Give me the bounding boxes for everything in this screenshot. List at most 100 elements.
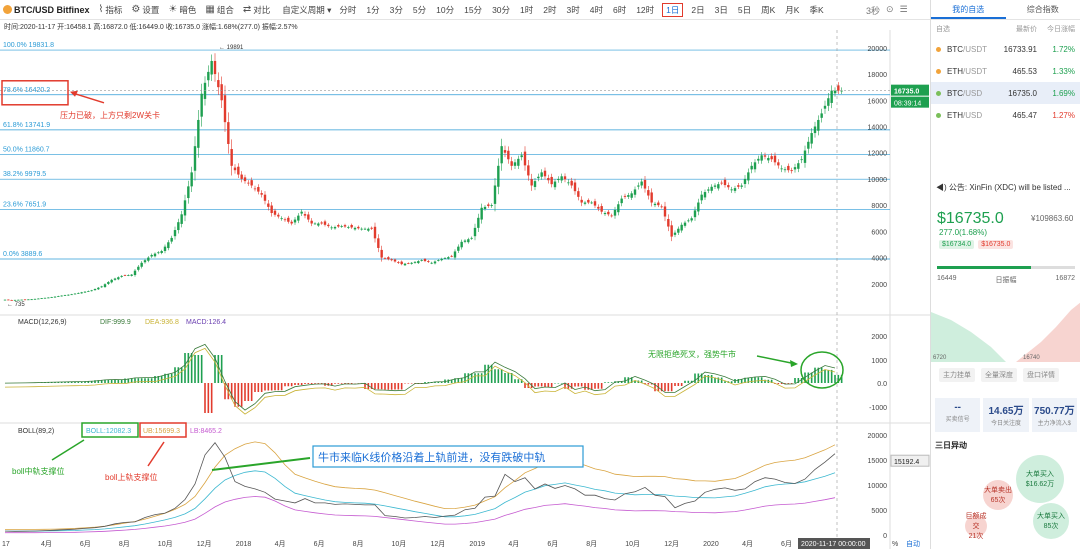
gear-icon: ⚙	[131, 4, 141, 15]
auto-toggle[interactable]: 自动	[906, 539, 920, 548]
macd-bar	[584, 383, 586, 390]
period-tab[interactable]: 12时	[634, 3, 656, 17]
candle-body	[797, 163, 800, 169]
period-tab[interactable]: 5日	[736, 3, 753, 17]
macd-bar	[207, 383, 210, 413]
x-tick-label: 4月	[742, 540, 753, 548]
candle-body	[247, 182, 250, 184]
period-tab[interactable]: 3日	[713, 3, 730, 17]
price-chart[interactable]: 100.0% 19831.8 78.6% 16420.2 61.8% 13741.9…	[0, 30, 930, 549]
macd-bar	[694, 373, 696, 383]
macd-tick: 1000	[871, 358, 887, 365]
y-tick-label: 2000	[871, 282, 887, 289]
period-tab[interactable]: 3时	[565, 3, 582, 17]
candle-body	[283, 219, 287, 221]
toolbar-compare-button[interactable]: ⇄ 对比	[243, 4, 270, 16]
watchlist-change: 1.72%	[1052, 44, 1075, 54]
macd-bar	[240, 383, 243, 407]
candle-body	[427, 261, 430, 262]
period-tab[interactable]: 分时	[337, 3, 358, 17]
macd-bar	[377, 383, 380, 390]
candle-body	[343, 225, 347, 227]
macd-bar	[274, 383, 276, 391]
candle-body	[673, 232, 677, 235]
candle-body	[330, 227, 333, 229]
anomaly-bubble[interactable]: 大单买入 $16.62万	[1016, 455, 1064, 503]
period-tab[interactable]: 1分	[364, 3, 381, 17]
percent-toggle[interactable]: %	[892, 541, 898, 548]
period-tab[interactable]: 周K	[759, 3, 777, 17]
camera-icon[interactable]: ⊙	[886, 4, 894, 17]
period-tab[interactable]: 15分	[462, 3, 484, 17]
x-tick-label: 6月	[781, 540, 792, 548]
sidebar-action-button[interactable]: 全量深度	[981, 368, 1017, 382]
candle-body	[270, 205, 273, 214]
bubble-title: 大单卖出	[984, 487, 1012, 494]
period-tab[interactable]: 2时	[541, 3, 558, 17]
menu-icon[interactable]: ☰	[900, 4, 908, 17]
refresh-interval[interactable]: 3秒	[866, 4, 880, 17]
period-tab[interactable]: 月K	[783, 3, 801, 17]
macd-bar	[684, 380, 686, 383]
anomaly-bubble[interactable]: 巨额成交 21次	[965, 513, 987, 540]
period-tab[interactable]: 4时	[588, 3, 605, 17]
toolbar-indicator-button[interactable]: ⌇ 指标	[99, 4, 123, 16]
candle-body	[763, 155, 767, 157]
countdown-text: 08:39:14	[894, 101, 921, 108]
coin-icon	[936, 112, 941, 118]
stat-card: -- 买卖信号	[935, 398, 981, 432]
watchlist-row[interactable]: ETH/USDT 465.53 1.33%	[931, 60, 1080, 82]
custom-period-dropdown[interactable]: 自定义周期 ▾	[282, 4, 331, 16]
macd-annotation-arrow	[756, 355, 797, 365]
period-tab[interactable]: 2日	[689, 3, 706, 17]
macd-bar	[557, 383, 560, 384]
anomaly-bubble[interactable]: 大单买入 85次	[1033, 503, 1069, 539]
x-tick-label: 6月	[547, 540, 558, 548]
candle-body	[250, 180, 253, 186]
sidebar-action-button[interactable]: 主力挂单	[939, 368, 975, 382]
toolbar-combo-button[interactable]: ▦ 组合	[205, 4, 233, 16]
candle-body	[547, 177, 550, 181]
toolbar-tool-label: 指标	[105, 4, 123, 15]
period-tab[interactable]: 1日	[662, 2, 684, 17]
candle-body	[257, 187, 260, 192]
candle-body	[530, 179, 533, 186]
watchlist-row[interactable]: ETH/USD 465.47 1.27%	[931, 104, 1080, 126]
toolbar-sun-button[interactable]: ☀ 暗色	[168, 4, 196, 16]
macd-bar	[144, 378, 146, 383]
candle-body	[370, 227, 373, 229]
candle-body	[73, 293, 77, 295]
period-tab[interactable]: 6时	[611, 3, 628, 17]
candle-body	[827, 98, 830, 106]
period-tab[interactable]: 1时	[518, 3, 535, 17]
macd-bar	[724, 381, 726, 383]
toolbar-gear-button[interactable]: ⚙ 设置	[131, 4, 159, 16]
fib-label: 61.8% 13741.9	[3, 122, 50, 129]
anomaly-bubble[interactable]: 大单卖出 65次	[983, 480, 1013, 510]
annotation-text: 压力已破，上方只剩2W关卡	[60, 110, 160, 120]
candle-body	[93, 289, 97, 291]
candle-body	[743, 178, 747, 184]
pair-title[interactable]: BTC/USD Bitfinex	[14, 5, 90, 15]
period-tab[interactable]: 3分	[388, 3, 405, 17]
candle-body	[677, 228, 680, 233]
sidebar-action-button[interactable]: 盘口详情	[1023, 368, 1059, 382]
macd-bar	[254, 383, 256, 392]
watchlist-row[interactable]: BTC/USDT 16733.91 1.72%	[931, 38, 1080, 60]
macd-bar	[234, 383, 236, 407]
candle-body	[27, 299, 30, 301]
period-tab[interactable]: 5分	[411, 3, 428, 17]
announcement-bar[interactable]: ◀) 公告: XinFin (XDC) will be listed ...	[931, 182, 1080, 193]
period-tab[interactable]: 10分	[434, 3, 456, 17]
sidebar-tab[interactable]: 我的自选	[931, 0, 1006, 19]
period-tab[interactable]: 季K	[807, 3, 825, 17]
candle-body	[113, 278, 117, 280]
candle-body	[593, 201, 597, 206]
candle-body	[493, 185, 497, 204]
watchlist-row[interactable]: BTC/USD 16735.0 1.69%	[931, 82, 1080, 104]
sidebar-tab[interactable]: 综合指数	[1006, 0, 1080, 19]
candle-body	[333, 226, 337, 229]
candle-body	[397, 262, 400, 263]
period-tab[interactable]: 30分	[490, 3, 512, 17]
bubble-value: 21次	[968, 533, 984, 540]
